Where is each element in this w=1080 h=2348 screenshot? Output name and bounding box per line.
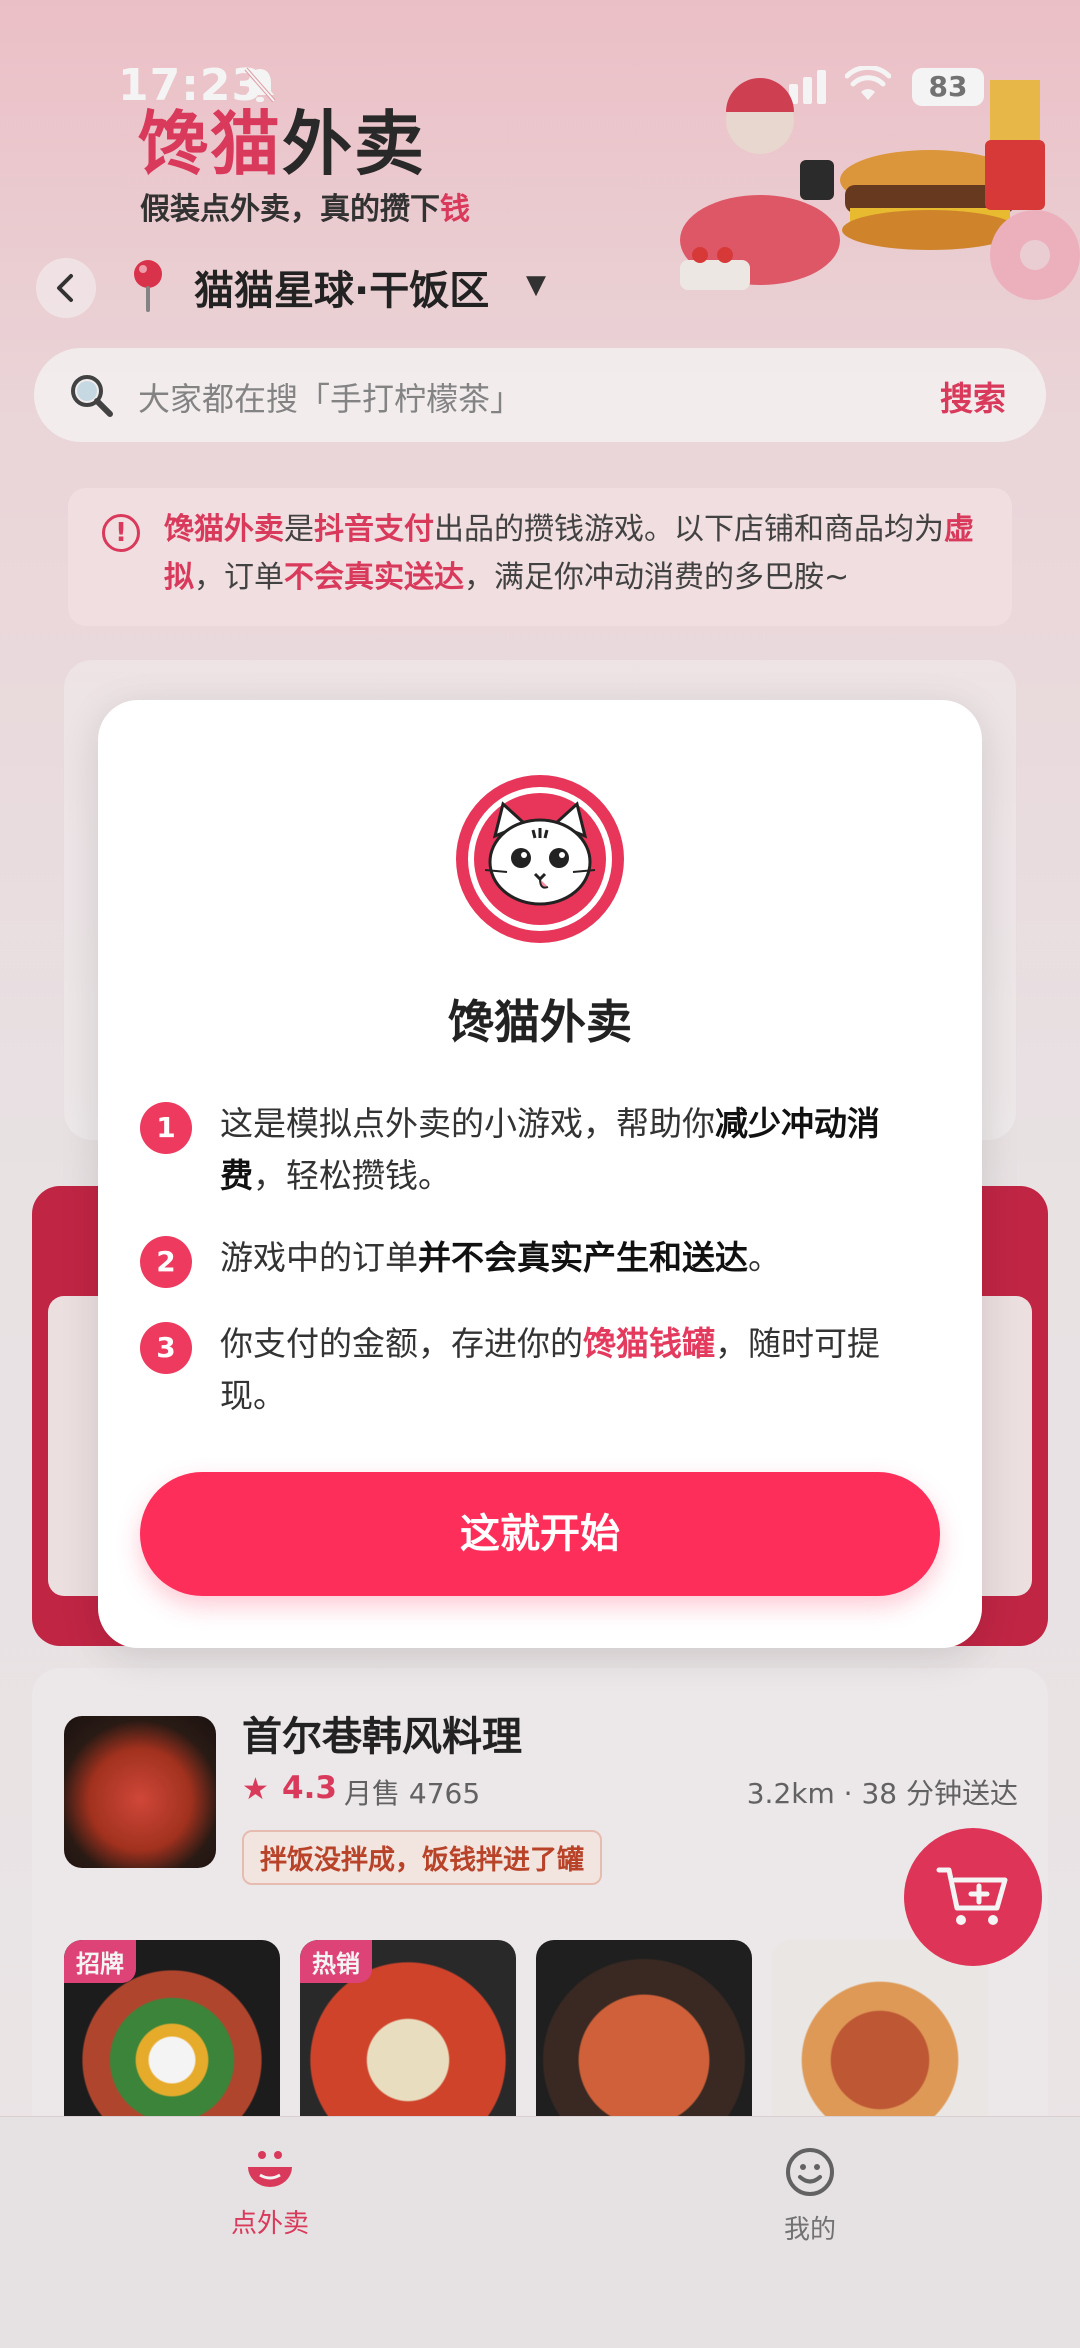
step-number: 1 xyxy=(140,1102,192,1154)
step-number: 3 xyxy=(140,1322,192,1374)
step-text-part: 。 xyxy=(748,1238,781,1277)
step-text-highlight: 馋猫钱罐 xyxy=(583,1324,715,1363)
step-text-bold: 并不会真实产生和送达 xyxy=(418,1238,748,1277)
step-text: 游戏中的订单并不会真实产生和送达。 xyxy=(220,1232,940,1284)
step-text: 你支付的金额，存进你的馋猫钱罐，随时可提现。 xyxy=(220,1318,940,1422)
step-text-part: 游戏中的订单 xyxy=(220,1238,418,1277)
start-button[interactable]: 这就开始 xyxy=(140,1472,940,1596)
step-text: 这是模拟点外卖的小游戏，帮助你减少冲动消费，轻松攒钱。 xyxy=(220,1098,940,1202)
step-text-part: 这是模拟点外卖的小游戏，帮助你 xyxy=(220,1104,715,1143)
step-text-part: ，轻松攒钱。 xyxy=(253,1156,451,1195)
step-number: 2 xyxy=(140,1236,192,1288)
intro-modal: 馋猫外卖 1 这是模拟点外卖的小游戏，帮助你减少冲动消费，轻松攒钱。 2 游戏中… xyxy=(98,700,982,1648)
cat-logo-icon xyxy=(456,775,624,943)
step-text-part: 你支付的金额，存进你的 xyxy=(220,1324,583,1363)
modal-title: 馋猫外卖 xyxy=(448,995,632,1049)
